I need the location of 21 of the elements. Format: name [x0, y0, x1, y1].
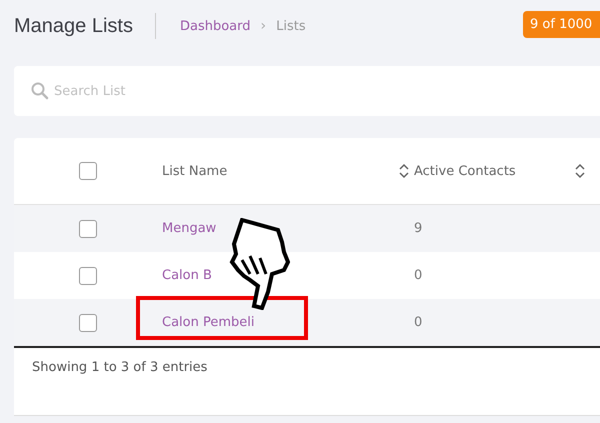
table-cell: 0	[414, 268, 422, 283]
table-cell: 0	[414, 315, 422, 330]
sort-icon[interactable]	[574, 162, 586, 180]
list-name-link[interactable]: Mengaw	[162, 221, 216, 236]
checkbox[interactable]	[79, 266, 97, 284]
checkbox[interactable]	[79, 314, 97, 332]
checkbox[interactable]	[79, 162, 97, 180]
entries-info: Showing 1 to 3 of 3 entries	[32, 360, 208, 375]
page-title: Manage Lists	[14, 14, 133, 38]
sort-icon[interactable]	[398, 162, 410, 180]
breadcrumb-link[interactable]: Dashboard	[180, 18, 250, 34]
search-field[interactable]: Search List	[14, 66, 600, 116]
checkbox[interactable]	[79, 220, 97, 238]
table-cell: 9	[414, 221, 422, 236]
column-header[interactable]: Active Contacts	[414, 164, 516, 178]
breadcrumb-current: Lists	[276, 18, 306, 34]
chevron-icon: ›	[260, 18, 266, 34]
usage-badge: 9 of 1000	[523, 11, 600, 38]
list-name-link[interactable]: Calon Pembeli	[162, 315, 254, 330]
column-header[interactable]: List Name	[162, 164, 228, 178]
list-name-link[interactable]: Calon B	[162, 268, 212, 283]
